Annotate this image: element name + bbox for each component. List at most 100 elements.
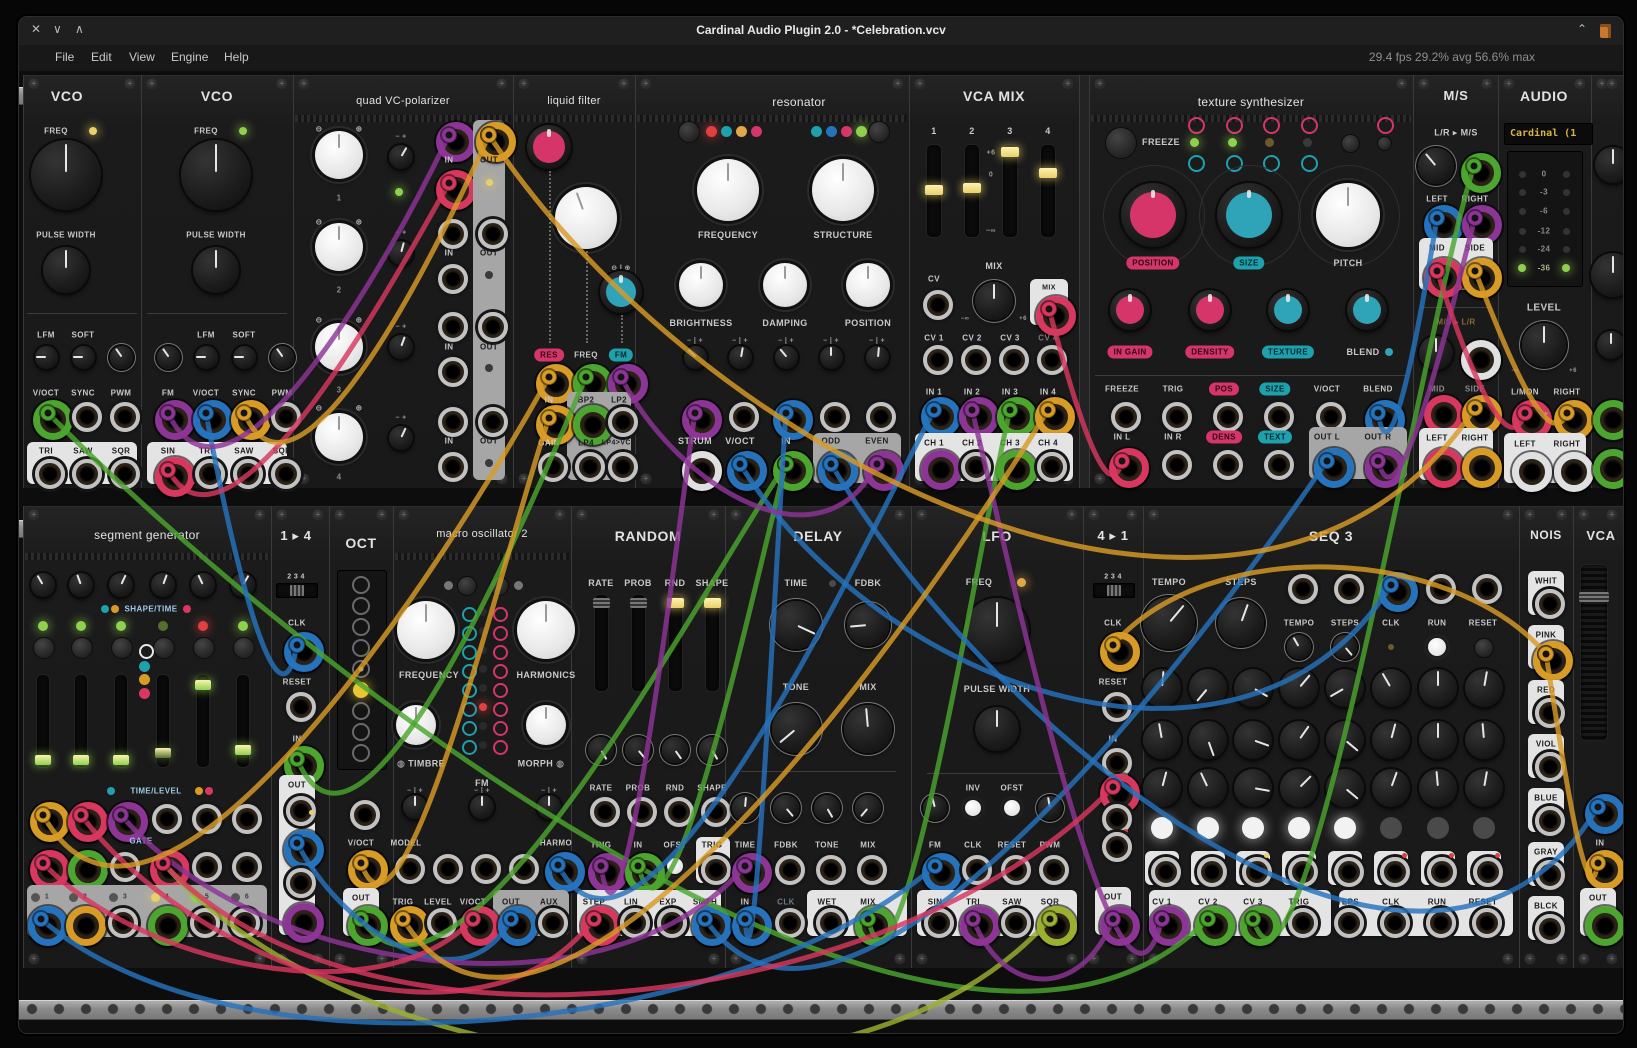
texture-size-knob[interactable] [1217,183,1281,247]
menu-file[interactable]: File [55,50,74,64]
macro-bank-icon-1r[interactable] [493,607,508,622]
liquid-res-knob[interactable] [527,125,571,169]
pol-out2-jack[interactable] [478,219,508,249]
oct-step-5[interactable] [352,660,370,678]
seq3-knob-grid-r2c8[interactable] [1465,721,1503,759]
seq3-knob-grid-r1c4[interactable] [1280,669,1318,707]
seq3-step-lights-7[interactable] [1427,817,1449,839]
res-structure-knob[interactable] [812,159,874,221]
vco1-pw-knob[interactable] [43,247,89,293]
seq3-knob-grid-r2c2[interactable] [1189,721,1227,759]
pol-ch4-att[interactable] [389,426,413,450]
texture-quality-icon-1[interactable] [1188,155,1205,172]
segen-out-jack-1[interactable] [28,906,68,946]
seq3-reset-button[interactable] [1474,638,1494,658]
random-shape-slider-handle[interactable] [704,598,721,608]
1to4-clk-jack[interactable] [284,632,324,672]
seq3-run-jack[interactable] [1426,574,1456,604]
texture-aux-button-2[interactable] [1377,136,1392,151]
res-cv4-jack[interactable] [820,402,850,432]
4to1-reset-jack[interactable] [1102,692,1132,722]
lfo-pwm-jack[interactable] [1039,855,1069,885]
segen-gate-jack-2[interactable] [68,850,108,890]
vco1-pwm-jack[interactable] [110,402,140,432]
1to4-out-jack-4[interactable] [284,903,324,943]
seq3-knob-grid-r1c2[interactable] [1189,669,1227,707]
vco2-sync-jack[interactable] [231,400,271,440]
seq3-knob-grid-r1c5[interactable] [1326,669,1364,707]
res-strum-jack[interactable] [682,451,722,491]
vcamix-in1-jack[interactable] [921,397,961,437]
delay-clk-jack[interactable] [775,908,805,938]
1to4-out-jack-3[interactable] [286,868,316,898]
res-damping-knob[interactable] [763,263,807,307]
seq3-clk-jack[interactable] [1378,572,1418,612]
seq3-cv1-jack[interactable] [1149,906,1189,946]
macro-bank-icon-5r[interactable] [493,683,508,698]
seq3-steps-jack[interactable] [1334,574,1364,604]
seq3-step-lights-6[interactable] [1380,817,1402,839]
lfo-sin-jack[interactable] [924,908,954,938]
segen-type-icon-1[interactable] [139,644,154,659]
res-att3-knob[interactable] [775,346,798,369]
vcamix-slider-4[interactable] [1041,145,1055,237]
texture-texture-knob[interactable] [1268,290,1308,330]
macro-fm-jack[interactable] [471,854,501,884]
segen-time-jack-1[interactable] [30,802,70,842]
vcamix-cv3-jack[interactable] [999,345,1029,375]
audio-out-left-jack[interactable] [1512,452,1552,492]
pol-ch3-att[interactable] [389,335,413,359]
seq3-knob-grid-r1c3[interactable] [1234,669,1272,707]
delay-tone-jack[interactable] [816,855,846,885]
audio-level-knob[interactable] [1522,323,1566,367]
pol-ch2-att[interactable] [389,241,413,265]
vcamix-ch2-jack[interactable] [961,452,991,482]
res-cv2-jack[interactable] [729,402,759,432]
texture-position-knob[interactable] [1121,183,1185,247]
delay-fdbk-knob[interactable] [847,604,889,646]
texture-trig-jack[interactable] [1162,402,1192,432]
vcamix-mix-out-jack[interactable] [1036,296,1076,336]
macro-morph-knob[interactable] [526,705,566,745]
segen-time-jack-2[interactable] [68,802,108,842]
macro-bank-icon-5[interactable] [462,683,477,698]
nois-blue-jack[interactable] [1535,806,1565,836]
vcamix-cv-jack[interactable] [923,290,953,320]
pol-ch1-in1-jack[interactable] [436,122,476,162]
vco2-sin-jack[interactable] [155,457,195,497]
segen-seg-button-2[interactable] [71,637,93,659]
seq3-knob-grid-r2c1[interactable] [1143,721,1181,759]
macro-bank-icon-4r[interactable] [493,664,508,679]
random-trig-out-jack[interactable] [701,855,731,885]
delay-wet-jack[interactable] [816,908,846,938]
texture-mode-icon-1[interactable] [1188,117,1205,134]
vco2-soft-knob[interactable] [233,346,256,369]
vcamix-in2-jack[interactable] [959,397,999,437]
ms-encode-jack[interactable] [1461,153,1501,193]
seq3-trig-jack[interactable] [1288,908,1318,938]
segen-out-jack-6[interactable] [230,908,260,938]
seq3-gate-jack-2[interactable] [1197,857,1227,887]
random-rnd-slider[interactable] [669,595,682,691]
liquid-freq-knob[interactable] [555,187,617,249]
lfo-freq-knob[interactable] [965,598,1029,662]
res-att5-knob[interactable] [866,346,889,369]
lfo-inv-button[interactable] [965,800,981,816]
lfo-fm-jack[interactable] [922,853,962,893]
segen-slider-5-handle[interactable] [195,680,211,690]
seq3-knob-grid-r3c3[interactable] [1234,769,1272,807]
ms-encode-knob[interactable] [1418,148,1454,184]
res-cv3-jack[interactable] [773,400,813,440]
segen-seg-button-6[interactable] [233,637,255,659]
vco2-pwm-jack[interactable] [271,402,301,432]
seq3-gate-jack-8[interactable] [1473,857,1503,887]
macro-bank-icon-1[interactable] [462,607,477,622]
vco1-voct-jack[interactable] [33,400,73,440]
vca-level-slider-handle[interactable] [1579,592,1609,602]
segen-slider-6-handle[interactable] [235,745,251,755]
rack[interactable]: VCO++++VCO++++quad VC-polarizer++++liqui… [19,71,1623,1033]
macro-level-jack[interactable] [427,908,457,938]
segen-gate-jack-1[interactable] [30,850,70,890]
seq3-step-lights-4[interactable] [1288,817,1310,839]
vcamix-ch1-jack[interactable] [921,450,961,490]
